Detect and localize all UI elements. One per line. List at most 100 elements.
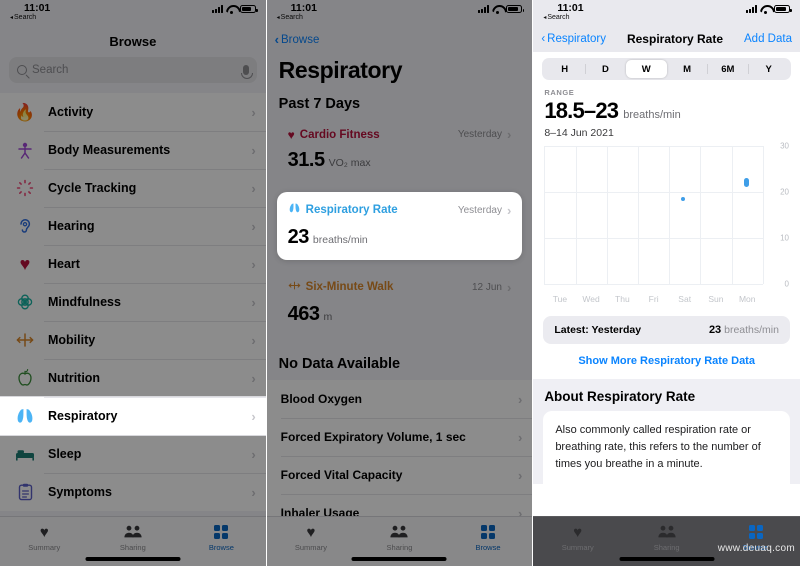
gridline-30 — [544, 146, 763, 147]
page-title: Browse — [109, 34, 157, 49]
segment-h[interactable]: H — [544, 60, 585, 78]
status-time: 11:01 — [290, 2, 317, 14]
watermark: www.deuaq.com — [717, 543, 795, 554]
segment-m[interactable]: M — [667, 60, 708, 78]
sidebar-item-mobility[interactable]: Mobility › — [0, 321, 266, 359]
tab-label: Summary — [561, 543, 594, 552]
add-data-button[interactable]: Add Data — [744, 33, 792, 45]
browse-category-list: 🔥 Activity › Body Measurements › Cycle T… — [0, 93, 266, 511]
x-tick-sat: Sat — [678, 294, 692, 304]
back-button-browse[interactable]: ‹ Browse — [267, 30, 533, 49]
tab-summary[interactable]: ♥ Summary — [0, 523, 89, 553]
chevron-right-icon: › — [251, 332, 256, 348]
range-value: 18.5–23 — [544, 98, 619, 123]
sidebar-item-label: Mobility — [48, 333, 96, 347]
chevron-right-icon: › — [506, 127, 512, 142]
sidebar-item-cycle-tracking[interactable]: Cycle Tracking › — [0, 169, 266, 207]
sidebar-item-label: Body Measurements — [48, 143, 171, 157]
segment-6m[interactable]: 6M — [707, 60, 748, 78]
segment-w[interactable]: W — [625, 60, 667, 78]
tab-label: Browse — [208, 543, 234, 552]
y-tick-30: 30 — [780, 141, 789, 151]
sidebar-item-body-measurements[interactable]: Body Measurements › — [0, 131, 266, 169]
people-icon — [657, 523, 677, 541]
sidebar-item-sleep[interactable]: Sleep › — [0, 435, 266, 473]
list-item-blood-oxygen[interactable]: Blood Oxygen › — [266, 380, 533, 418]
status-back-to-search[interactable]: ◂ Search — [277, 14, 303, 21]
tab-summary[interactable]: ♥ Summary — [533, 523, 622, 553]
sidebar-item-heart[interactable]: ♥ Heart › — [0, 245, 266, 283]
sidebar-item-label: Nutrition — [48, 371, 101, 385]
list-item-forced-expiratory-volume[interactable]: Forced Expiratory Volume, 1 sec › — [266, 418, 533, 456]
show-more-data-link[interactable]: Show More Respiratory Rate Data — [533, 344, 800, 379]
chart-x-axis: Tue Wed Thu Fri Sat Sun Mon — [544, 284, 763, 306]
sidebar-item-activity[interactable]: 🔥 Activity › — [0, 93, 266, 131]
tab-summary[interactable]: ♥ Summary — [267, 523, 356, 553]
segment-d[interactable]: D — [585, 60, 626, 78]
chevron-right-icon: › — [251, 256, 256, 272]
tab-browse[interactable]: Browse — [177, 523, 266, 552]
list-item-label: Forced Vital Capacity — [280, 468, 403, 482]
card-respiratory-rate[interactable]: Respiratory Rate Yesterday › 23 breaths/… — [276, 192, 523, 260]
page-title: Respiratory Rate — [626, 32, 724, 46]
wifi-icon — [760, 5, 771, 14]
about-title: About Respiratory Rate — [544, 389, 696, 404]
chevron-right-icon: › — [251, 142, 256, 158]
sidebar-item-respiratory[interactable]: Respiratory › — [0, 397, 266, 435]
back-button-respiratory[interactable]: ‹ Respiratory — [541, 33, 606, 45]
gridline-20 — [544, 191, 763, 193]
latest-reading-row: Latest: Yesterday 23 breaths/min — [543, 316, 790, 344]
cellular-signal-icon — [745, 5, 757, 13]
sidebar-item-nutrition[interactable]: Nutrition › — [0, 359, 266, 397]
search-input[interactable]: Search — [9, 57, 257, 83]
list-item-forced-vital-capacity[interactable]: Forced Vital Capacity › — [266, 456, 533, 494]
range-label: RANGE — [544, 88, 575, 97]
chevron-right-icon: › — [251, 294, 256, 310]
gridline-v-3 — [638, 146, 639, 284]
card-six-minute-walk[interactable]: Six-Minute Walk 12 Jun › 463 m — [276, 269, 523, 337]
navigation-bar: ‹ Respiratory Respiratory Rate Add Data — [533, 30, 800, 52]
sidebar-item-label: Symptoms — [48, 485, 112, 499]
sidebar-item-symptoms[interactable]: Symptoms › — [0, 473, 266, 511]
walk-icon — [288, 278, 301, 296]
sidebar-item-label: Heart — [48, 257, 80, 271]
card-cardio-fitness[interactable]: ♥ Cardio Fitness Yesterday › 31.5 VO₂ ma… — [276, 118, 523, 183]
chevron-right-icon: › — [517, 429, 523, 445]
no-data-list: Blood Oxygen › Forced Expiratory Volume,… — [266, 380, 533, 532]
heart-icon: ♥ — [287, 127, 295, 142]
status-bar: 11:01 ◂ Search — [0, 0, 266, 30]
time-range-segmented-control[interactable]: H D W M 6M Y — [542, 58, 791, 80]
respiratory-rate-chart[interactable]: 30 20 10 0 Tue Wed Thu Fri Sat Sun Mon — [544, 142, 789, 306]
tab-sharing[interactable]: Sharing — [89, 523, 178, 552]
sidebar-item-mindfulness[interactable]: Mindfulness › — [0, 283, 266, 321]
bed-icon — [14, 443, 36, 465]
chevron-right-icon: › — [506, 279, 512, 295]
chevron-right-icon: › — [517, 391, 523, 407]
lungs-icon — [288, 201, 301, 219]
latest-label: Latest: Yesterday — [554, 324, 642, 336]
range-value-row: 18.5–23 breaths/min — [533, 98, 800, 124]
microphone-icon[interactable] — [240, 65, 253, 79]
status-back-to-search[interactable]: ◂ Search — [10, 14, 36, 21]
tab-browse[interactable]: Browse — [444, 523, 533, 552]
status-time: 11:01 — [24, 2, 51, 14]
status-back-to-search[interactable]: ◂ Search — [543, 14, 569, 21]
cycle-icon — [14, 177, 36, 199]
sidebar-item-hearing[interactable]: Hearing › — [0, 207, 266, 245]
card-value: 31.5 — [287, 149, 325, 171]
back-label: Respiratory — [547, 33, 606, 45]
people-icon — [389, 523, 409, 541]
tab-sharing[interactable]: Sharing — [622, 523, 711, 552]
tab-label: Sharing — [653, 543, 680, 552]
sidebar-item-label: Hearing — [48, 219, 95, 233]
y-tick-10: 10 — [780, 233, 789, 243]
heart-icon: ♥ — [573, 523, 583, 541]
flame-icon: 🔥 — [14, 102, 36, 122]
body-icon — [14, 139, 36, 161]
screen-browse: 11:01 ◂ Search Browse Search 🔥 Activity — [0, 0, 267, 566]
segment-y[interactable]: Y — [748, 60, 789, 78]
cellular-signal-icon — [478, 5, 490, 13]
tab-label: Sharing — [386, 543, 413, 552]
tab-sharing[interactable]: Sharing — [355, 523, 444, 552]
search-icon — [17, 65, 27, 75]
